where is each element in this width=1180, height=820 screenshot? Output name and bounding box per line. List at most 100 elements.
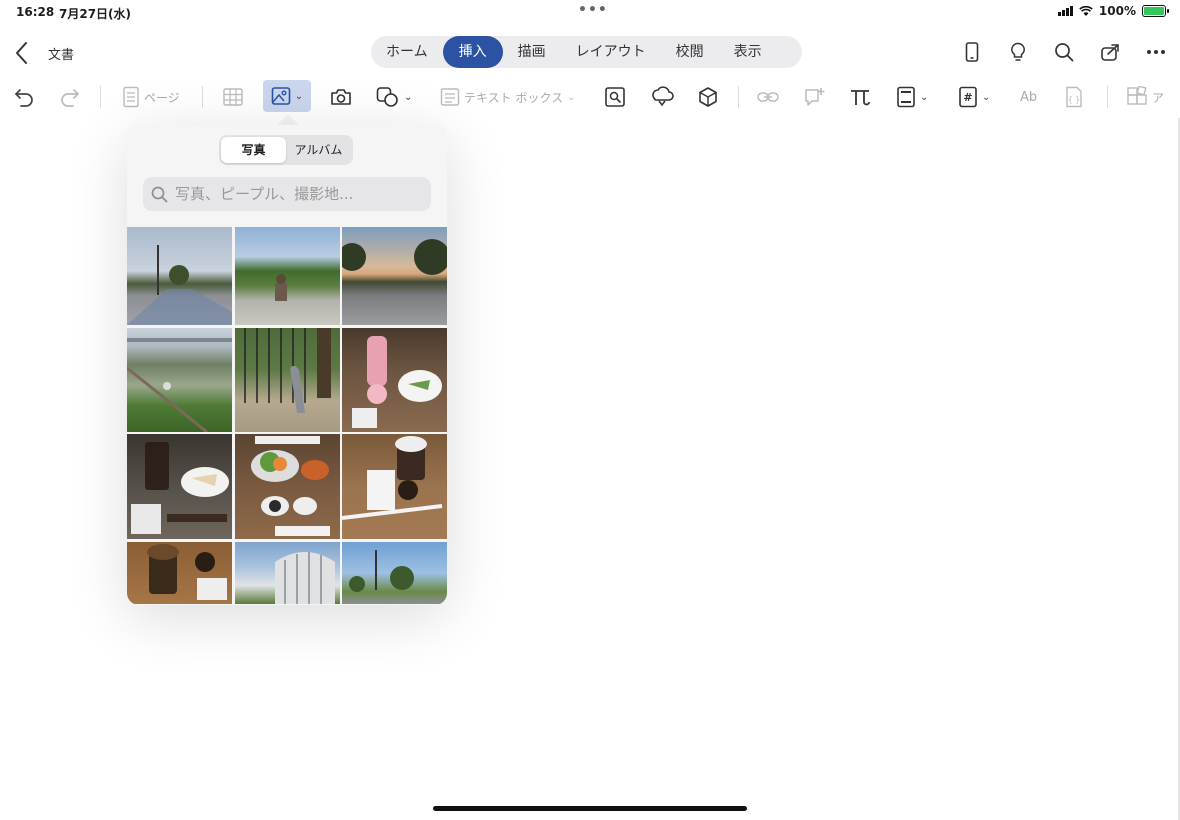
- addins-button[interactable]: ア: [1126, 82, 1164, 112]
- image-search-icon: [605, 87, 625, 107]
- 3d-model-button[interactable]: [697, 82, 719, 112]
- page-label: ページ: [144, 90, 180, 105]
- page-icon: [123, 86, 139, 108]
- photo-content: [274, 274, 287, 301]
- home-indicator[interactable]: [433, 806, 747, 811]
- drop-cap-button[interactable]: Ab: [1020, 82, 1037, 112]
- photo-content: [274, 551, 335, 604]
- page-button[interactable]: ページ: [122, 82, 180, 112]
- comment-add-icon: [805, 88, 825, 106]
- ribbon-tabs: ホーム 挿入 描画 レイアウト 校閲 表示: [371, 36, 802, 68]
- addins-label: ア: [1152, 90, 1165, 105]
- redo-button[interactable]: [58, 82, 82, 112]
- table-icon: [223, 88, 243, 106]
- photo-content: [250, 436, 330, 536]
- camera-icon: [331, 89, 351, 105]
- cellular-signal-icon: [1057, 6, 1073, 16]
- photo-thumbnail[interactable]: [234, 327, 340, 432]
- search-icon: [151, 186, 168, 203]
- textbox-label: テキスト ボックス: [464, 90, 564, 105]
- icons-button[interactable]: [604, 82, 626, 112]
- picture-icon: [271, 87, 291, 105]
- battery-percent: 100%: [1098, 4, 1136, 18]
- photo-content: [342, 239, 447, 275]
- multitask-dots-icon[interactable]: •••: [578, 2, 608, 18]
- sticker-icon: [652, 86, 674, 107]
- header-footer-icon: [897, 86, 915, 108]
- back-chevron-icon[interactable]: [12, 40, 32, 66]
- lightbulb-icon[interactable]: [1008, 42, 1028, 62]
- tab-layout[interactable]: レイアウト: [561, 36, 661, 68]
- photo-thumbnail[interactable]: [342, 227, 447, 325]
- more-options-icon[interactable]: [1146, 42, 1166, 62]
- photo-picker-popover: 写真 アルバム: [127, 125, 447, 605]
- header-footer-button[interactable]: ⌄: [896, 82, 928, 112]
- redo-icon: [61, 89, 79, 107]
- tab-insert[interactable]: 挿入: [442, 36, 503, 68]
- tab-home[interactable]: ホーム: [371, 36, 443, 68]
- chevron-down-icon: ⌄: [567, 91, 576, 103]
- stickers-button[interactable]: [650, 82, 674, 112]
- undo-button[interactable]: [12, 82, 36, 112]
- photo-search-field[interactable]: [143, 177, 431, 211]
- cube-icon: [699, 87, 717, 107]
- photo-thumbnail[interactable]: [234, 434, 340, 539]
- share-icon[interactable]: [1100, 42, 1120, 62]
- chevron-down-icon: ⌄: [920, 91, 929, 103]
- wifi-icon: [1079, 5, 1093, 16]
- shapes-icon: [376, 87, 398, 107]
- photo-thumbnail[interactable]: [342, 541, 447, 604]
- drop-cap-label: Ab: [1020, 89, 1038, 105]
- photo-content: [349, 549, 414, 592]
- link-button[interactable]: [756, 82, 780, 112]
- undo-icon: [15, 89, 33, 107]
- status-time: 16:28: [16, 5, 55, 19]
- page-number-button[interactable]: # ⌄: [958, 82, 990, 112]
- photo-source-segmented-control: 写真 アルバム: [219, 135, 353, 165]
- equation-button[interactable]: [849, 82, 871, 112]
- segment-photos[interactable]: 写真: [221, 137, 286, 163]
- chevron-down-icon: ⌄: [982, 91, 991, 103]
- textbox-icon: [440, 88, 460, 106]
- field-button[interactable]: { }: [1064, 82, 1084, 112]
- shapes-button[interactable]: ⌄: [376, 82, 412, 112]
- photo-grid: [127, 227, 447, 604]
- comment-button[interactable]: [803, 82, 827, 112]
- photo-content: [352, 335, 442, 428]
- svg-text:{ }: { }: [1068, 95, 1081, 104]
- photo-content: [127, 245, 232, 325]
- insert-toolbar: ページ ⌄ ⌄ テキスト ボックス ⌄ ⌄ # ⌄ Ab {} ア: [0, 78, 1180, 116]
- mobile-view-icon[interactable]: [962, 42, 982, 62]
- page-number-icon: #: [959, 86, 977, 108]
- photo-thumbnail[interactable]: [234, 227, 340, 325]
- link-icon: [757, 92, 779, 102]
- tab-view[interactable]: 表示: [719, 36, 777, 68]
- textbox-button[interactable]: テキスト ボックス ⌄: [440, 82, 576, 112]
- picture-button[interactable]: ⌄: [263, 80, 311, 112]
- svg-text:#: #: [963, 91, 972, 104]
- pi-icon: [851, 90, 870, 106]
- segment-albums[interactable]: アルバム: [286, 137, 351, 163]
- photo-content: [127, 337, 232, 432]
- photo-content: [131, 442, 229, 534]
- document-title[interactable]: 文書: [48, 44, 74, 63]
- photo-thumbnail[interactable]: [342, 327, 447, 432]
- status-date: 7月27日(水): [59, 7, 132, 21]
- photo-search-input[interactable]: [173, 184, 427, 204]
- tab-draw[interactable]: 描画: [503, 36, 561, 68]
- photo-content: [147, 543, 227, 600]
- photo-thumbnail[interactable]: [234, 541, 340, 604]
- tab-review[interactable]: 校閲: [661, 36, 719, 68]
- title-bar: 文書 ホーム 挿入 描画 レイアウト 校閲 表示: [0, 28, 1180, 76]
- photo-thumbnail[interactable]: [342, 434, 447, 539]
- camera-button[interactable]: [330, 82, 352, 112]
- photo-thumbnail[interactable]: [127, 434, 232, 539]
- table-button[interactable]: [222, 82, 244, 112]
- chevron-down-icon: ⌄: [404, 91, 413, 103]
- photo-thumbnail[interactable]: [127, 227, 232, 325]
- field-icon: { }: [1066, 86, 1082, 108]
- photo-thumbnail[interactable]: [127, 327, 232, 432]
- addins-icon: [1127, 86, 1147, 105]
- search-icon[interactable]: [1054, 42, 1074, 62]
- photo-thumbnail[interactable]: [127, 541, 232, 604]
